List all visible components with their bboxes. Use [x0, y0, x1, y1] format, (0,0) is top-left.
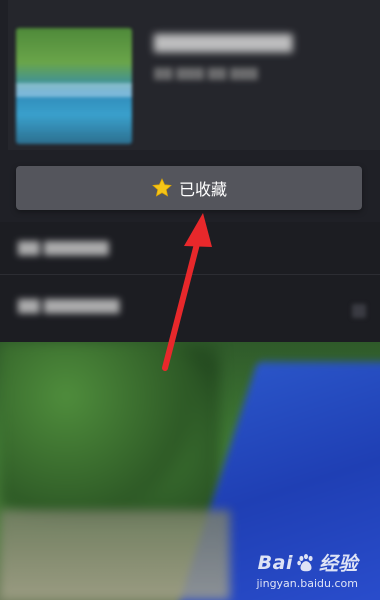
star-icon: [152, 178, 172, 197]
baidu-jingyan-watermark: Bai 经验 jingyan.baidu.com: [256, 549, 358, 591]
action-menu: ▇▇ ▇▇▇▇▇▇ ▇▇ ▇▇▇▇▇▇▇: [0, 222, 380, 342]
watermark-url: jingyan.baidu.com: [256, 577, 358, 590]
photo-trees: [0, 342, 220, 522]
video-meta-blurred: ▇▇ ▇▇▇ ▇▇ ▇▇▇: [154, 66, 258, 80]
menu-item-2-indicator: [352, 304, 366, 318]
menu-item-2[interactable]: ▇▇ ▇▇▇▇▇▇▇: [18, 298, 208, 320]
video-card[interactable]: ▇▇▇▇▇▇▇▇▇▇ ▇▇ ▇▇▇ ▇▇ ▇▇▇: [8, 0, 380, 150]
watermark-brand-left: Bai: [257, 551, 293, 574]
screen: ▇▇▇▇▇▇▇▇▇▇ ▇▇ ▇▇▇ ▇▇ ▇▇▇ 已收藏 ▇▇ ▇▇▇▇▇▇ ▇…: [0, 0, 380, 600]
video-title-blurred: ▇▇▇▇▇▇▇▇▇▇: [154, 32, 293, 53]
menu-item-1[interactable]: ▇▇ ▇▇▇▇▇▇: [18, 240, 178, 262]
video-thumbnail[interactable]: [16, 28, 132, 144]
favorited-label: 已收藏: [178, 180, 227, 199]
menu-divider: [0, 274, 380, 275]
watermark-brand: Bai 经验: [258, 549, 358, 576]
paw-icon: [297, 553, 313, 571]
photo-ground: [0, 510, 230, 600]
watermark-brand-right: 经验: [318, 553, 358, 575]
favorited-button[interactable]: 已收藏: [16, 166, 362, 210]
